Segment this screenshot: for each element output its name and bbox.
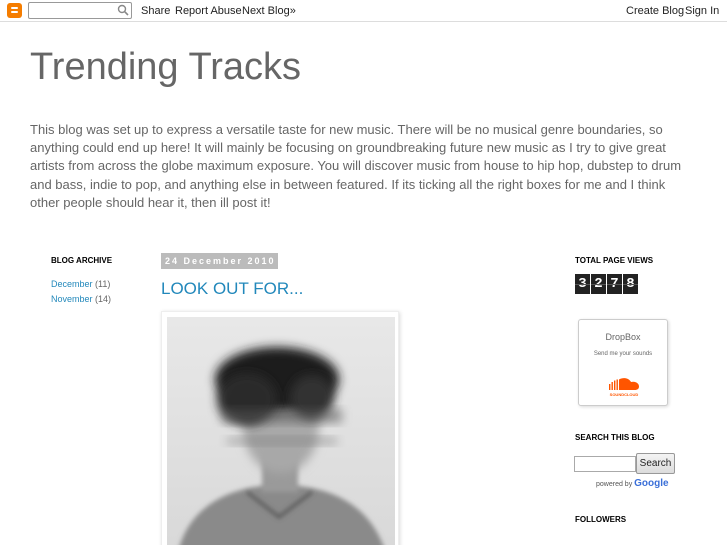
search-widget-title: Search This Blog: [575, 433, 655, 442]
post-date-header: 24 December 2010: [161, 253, 278, 269]
pageviews-digit: 7: [607, 274, 622, 294]
archive-count-december: (11): [95, 279, 111, 289]
search-icon[interactable]: [117, 4, 129, 16]
archive-link-november[interactable]: November: [51, 294, 93, 304]
sign-in-link[interactable]: Sign In: [685, 5, 719, 17]
pageviews-widget: Total Page Views 3 2 7 8: [575, 256, 695, 294]
powered-by-label: powered by: [596, 481, 633, 488]
followers-title: Followers: [575, 515, 627, 524]
blog-archive-widget: Blog Archive December (11) November (14): [51, 256, 151, 307]
search-button[interactable]: Search: [636, 453, 675, 474]
archive-item-december: December (11): [51, 277, 151, 292]
archive-link-december[interactable]: December: [51, 279, 93, 289]
archive-count-november: (14): [95, 294, 112, 304]
pageviews-digit: 3: [575, 274, 590, 294]
share-link[interactable]: Share: [141, 5, 170, 17]
blog-archive-title: Blog Archive: [51, 256, 113, 265]
create-blog-link[interactable]: Create Blog: [626, 5, 684, 17]
blurred-portrait-photo: [167, 317, 395, 545]
post-title-link[interactable]: LOOK OUT FOR...: [161, 279, 303, 299]
blog-title[interactable]: Trending Tracks: [30, 46, 301, 89]
blogger-icon[interactable]: [7, 3, 22, 18]
post-image-frame: [161, 311, 399, 545]
powered-by-google: powered by Google: [596, 478, 669, 489]
report-abuse-link[interactable]: Report Abuse: [175, 5, 242, 17]
post-image[interactable]: [167, 317, 395, 545]
dropbox-subtitle: Send me your sounds: [593, 351, 653, 357]
next-blog-link[interactable]: Next Blog»: [242, 5, 296, 17]
blog-description: This blog was set up to express a versat…: [30, 122, 682, 210]
soundcloud-icon[interactable]: SOUNDCLOUD: [606, 376, 642, 398]
pageviews-digit: 8: [623, 274, 638, 294]
soundcloud-dropbox-widget[interactable]: DropBox Send me your sounds SOUNDCLOUD: [578, 319, 668, 406]
blog-search-input[interactable]: [574, 456, 636, 472]
soundcloud-brand-text: SOUNDCLOUD: [610, 392, 639, 397]
dropbox-title: DropBox: [605, 332, 641, 342]
pageviews-title: Total Page Views: [575, 256, 654, 265]
pageviews-digit: 2: [591, 274, 606, 294]
pageviews-counter: 3 2 7 8: [575, 274, 695, 294]
google-text: Google: [634, 478, 669, 489]
blogger-navbar: Share Report Abuse Next Blog» Create Blo…: [0, 0, 727, 22]
google-logo: Google: [634, 478, 668, 489]
archive-list: December (11) November (14): [51, 277, 151, 307]
archive-item-november: November (14): [51, 292, 151, 307]
